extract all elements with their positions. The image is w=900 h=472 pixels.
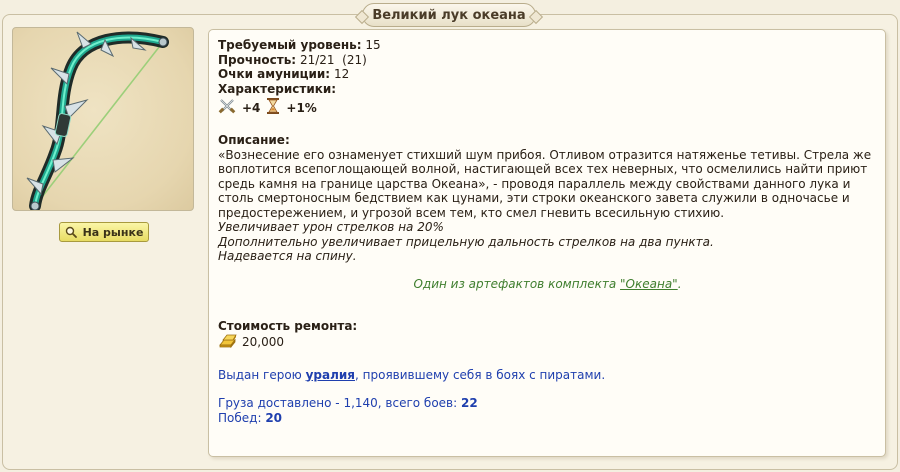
repair-label: Стоимость ремонта: [218,319,358,333]
issued-to-line: Выдан герою уралия, проявившему себя в б… [218,368,877,383]
ammo-value: 12 [333,67,350,81]
repair-label-row: Стоимость ремонта: [218,319,877,334]
effect-line-2: Дополнительно увеличивает прицельную дал… [218,234,714,249]
item-image [12,27,194,211]
set-info: Один из артефактов комплекта "Океана". [218,277,877,292]
repair-cost-value: 20,000 [242,335,284,350]
wins-count: 20 [265,410,283,425]
title-plate: Великий лук океана [362,3,536,27]
market-button[interactable]: На рынке [59,222,149,242]
description-label: Описание: [218,133,290,147]
durability-label: Прочность: [218,52,297,67]
ammo-row: Очки амуниции: 12 [218,67,877,82]
page-title: Великий лук океана [372,7,526,23]
characteristics-label: Характеристики: [218,81,337,96]
wins-label: Побед: [218,410,266,425]
battles-count: 22 [461,396,478,410]
set-link[interactable]: "Океана" [620,277,678,291]
required-level-value: 15 [365,38,381,52]
effect-line-3: Надевается на спину. [218,249,357,263]
wins-line: Побед: 20 [218,411,877,426]
item-info-panel: Требуемый уровень: 15 Прочность: 21/21 (… [208,29,886,457]
attack-stat-value: +4 [242,100,261,115]
market-button-label: На рынке [82,225,144,239]
cargo-line: Груза доставлено - 1,140, всего боев: 22 [218,396,877,411]
repair-cost-row: 20,000 [218,334,877,352]
characteristics-row: Характеристики: [218,82,877,97]
required-level-label: Требуемый уровень: [218,38,362,52]
set-prefix: Один из артефактов комплекта [413,276,621,291]
durability-row: Прочность: 21/21 (21) [218,53,877,68]
issued-prefix: Выдан герою [218,367,306,382]
ammo-label: Очки амуниции: [218,67,331,81]
hourglass-icon [266,97,280,119]
required-level-row: Требуемый уровень: 15 [218,38,877,53]
issued-suffix: , проявившему себя в боях с пиратами. [355,367,606,382]
effect-line-1: Увеличивает урон стрелков на 20% [218,220,444,234]
set-suffix: . [677,276,682,291]
description-label-row: Описание: [218,133,877,148]
bow-icon [26,31,169,210]
initiative-stat-value: +1% [286,100,317,115]
durability-value: 21/21 (21) [299,52,367,67]
stats-line: +4 +1% [218,97,877,119]
magnifier-icon [65,226,77,238]
description-text: «Вознесение его ознаменует стихший шум п… [218,147,872,220]
crossed-swords-icon [218,97,236,119]
gold-icon [218,333,238,353]
cargo-text: Груза доставлено - 1,140, всего боев: [218,396,461,410]
hero-link[interactable]: уралия [306,368,355,382]
